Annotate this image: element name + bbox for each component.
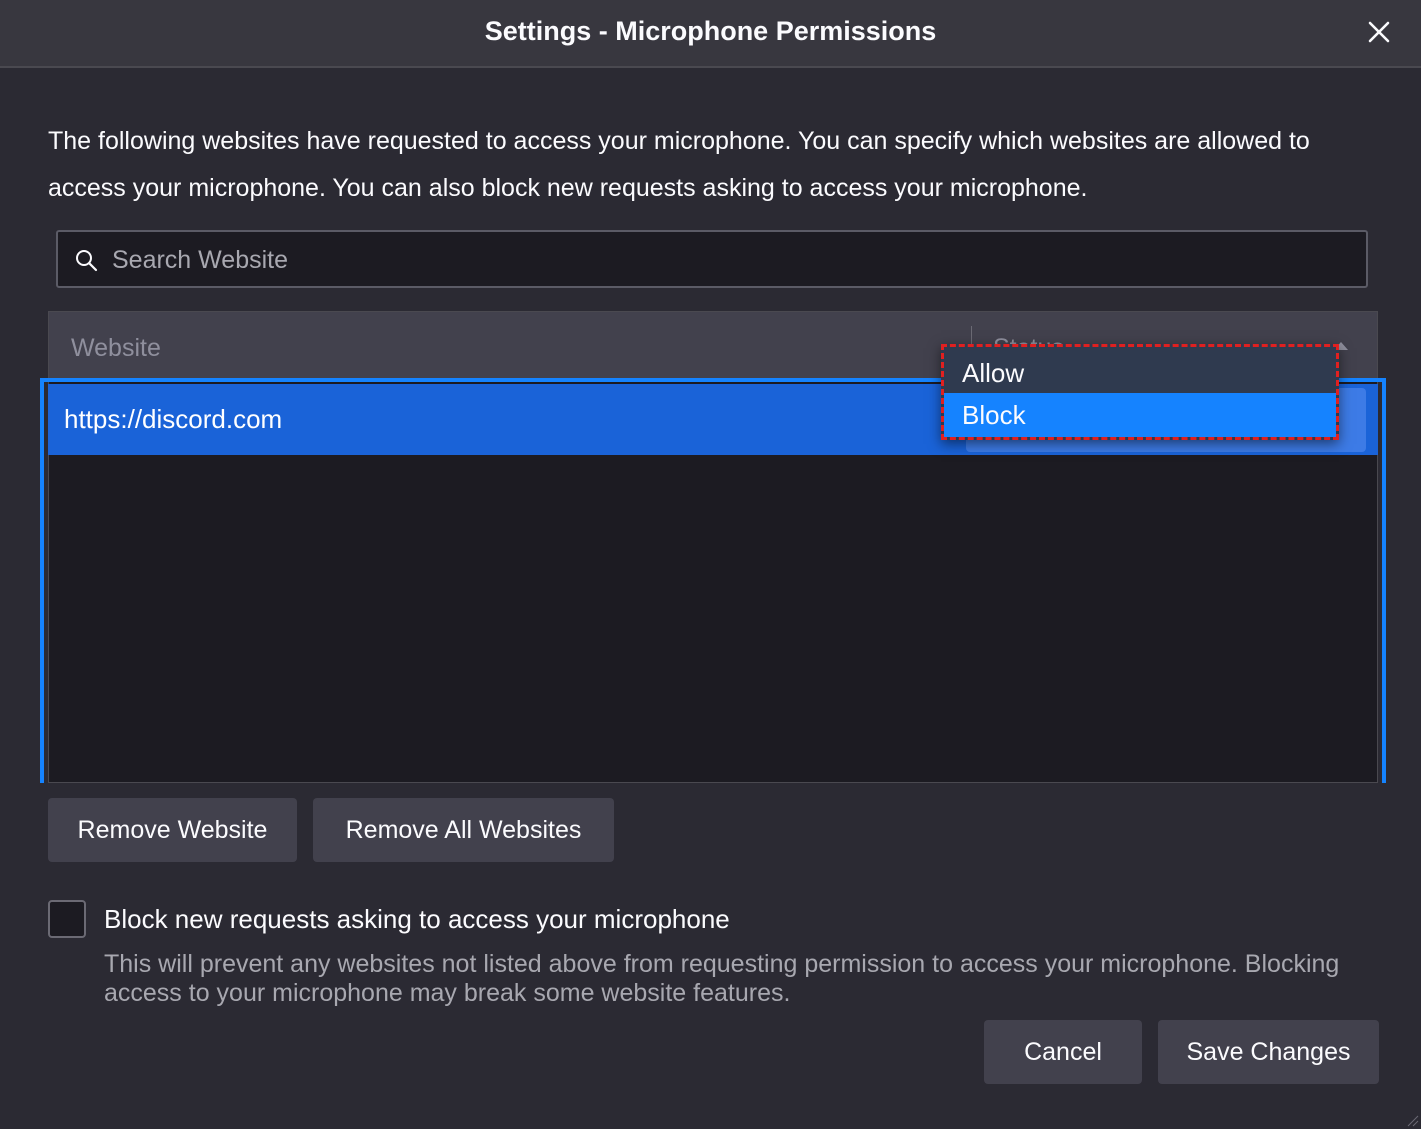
- column-header-website[interactable]: Website: [71, 334, 161, 363]
- permissions-dialog: Settings - Microphone Permissions The fo…: [0, 0, 1421, 1129]
- dialog-title: Settings - Microphone Permissions: [484, 16, 937, 46]
- status-dropdown-menu: Allow Block: [941, 344, 1339, 440]
- block-new-requests-checkbox[interactable]: [48, 900, 86, 938]
- remove-all-websites-button[interactable]: Remove All Websites: [313, 798, 614, 862]
- block-new-requests-label[interactable]: Block new requests asking to access your…: [104, 904, 730, 935]
- cancel-button[interactable]: Cancel: [984, 1020, 1142, 1084]
- title-bar: Settings - Microphone Permissions: [0, 0, 1421, 68]
- close-icon: [1368, 21, 1390, 43]
- dropdown-option-block[interactable]: Block: [944, 393, 1336, 437]
- search-input[interactable]: [110, 232, 1354, 288]
- close-button[interactable]: [1361, 14, 1397, 50]
- remove-website-button[interactable]: Remove Website: [48, 798, 297, 862]
- dropdown-option-allow[interactable]: Allow: [944, 351, 1336, 395]
- block-new-requests-description: This will prevent any websites not liste…: [104, 950, 1340, 1007]
- save-changes-button[interactable]: Save Changes: [1158, 1020, 1379, 1084]
- permissions-description: The following websites have requested to…: [48, 127, 1310, 202]
- search-icon: [76, 250, 98, 272]
- resize-grip-icon[interactable]: [1405, 1113, 1419, 1127]
- search-box[interactable]: [56, 230, 1368, 288]
- row-website: https://discord.com: [64, 404, 283, 434]
